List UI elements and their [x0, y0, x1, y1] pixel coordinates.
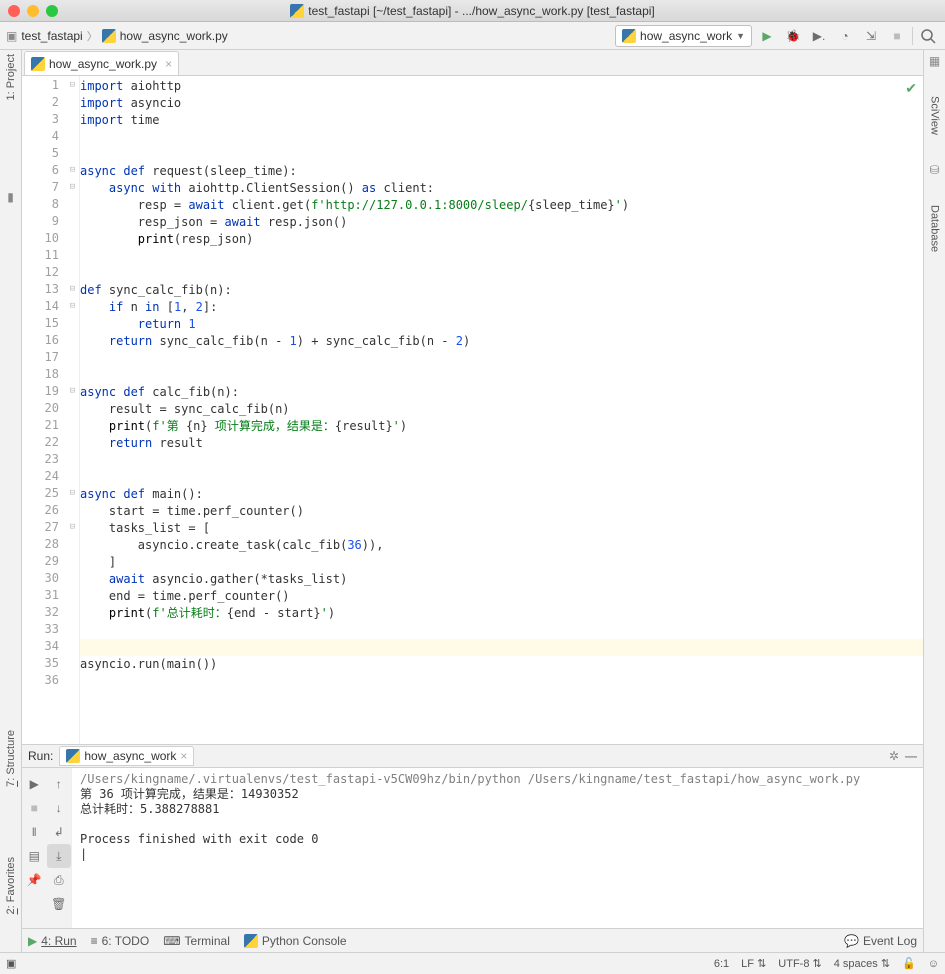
minimize-icon[interactable]: —: [905, 749, 917, 763]
breadcrumb-file[interactable]: how_async_work.py: [120, 29, 228, 43]
project-tool-button[interactable]: 1: Project: [5, 54, 17, 100]
todo-tool-button[interactable]: ≡6: TODO: [91, 934, 150, 948]
lock-icon[interactable]: 🔓: [902, 957, 916, 970]
indent-setting[interactable]: 4 spaces ⇅: [834, 957, 890, 970]
right-tool-strip: ▦ SciView ⛁ Database: [923, 50, 945, 952]
scroll-to-end-button[interactable]: ⤓: [47, 844, 72, 868]
window-close-button[interactable]: [8, 5, 20, 17]
settings-icon[interactable]: ✲: [889, 749, 899, 763]
sciview-tool-button[interactable]: SciView: [929, 96, 941, 135]
rerun-button[interactable]: ▶: [22, 772, 47, 796]
editor-gutter[interactable]: 1⊟23456⊟7⊟8910111213⊟14⊟1516171819⊟20212…: [22, 76, 80, 744]
python-console-tool-button[interactable]: Python Console: [244, 934, 347, 948]
layout-button[interactable]: ▤: [22, 844, 47, 868]
python-icon: [244, 934, 258, 948]
grid-icon[interactable]: ▦: [929, 54, 940, 68]
inspection-ok-icon[interactable]: ✔: [905, 80, 917, 97]
run-tool-button[interactable]: ▶4: Run: [28, 934, 77, 948]
attach-button[interactable]: ⇲: [860, 25, 882, 47]
down-button[interactable]: ↓: [47, 796, 72, 820]
pause-button[interactable]: ‖: [22, 820, 47, 844]
trash-button[interactable]: 🗑: [47, 892, 72, 916]
tool-windows-icon[interactable]: ▣: [6, 957, 16, 970]
close-icon[interactable]: ×: [180, 749, 187, 763]
database-tool-button[interactable]: Database: [929, 205, 941, 252]
print-button[interactable]: ⎙: [47, 868, 72, 892]
debug-button[interactable]: 🐞: [782, 25, 804, 47]
python-icon: [66, 749, 80, 763]
python-icon: [31, 57, 45, 71]
python-icon: [622, 29, 636, 43]
window-titlebar: test_fastapi [~/test_fastapi] - .../how_…: [0, 0, 945, 22]
run-console[interactable]: /Users/kingname/.virtualenvs/test_fastap…: [72, 768, 923, 928]
terminal-tool-button[interactable]: ⌨Terminal: [163, 934, 230, 948]
python-icon: [102, 29, 116, 43]
run-tab-label: how_async_work: [84, 749, 176, 763]
editor-code-area[interactable]: import aiohttpimport asyncioimport timea…: [80, 76, 923, 744]
event-log-button[interactable]: 💬Event Log: [844, 934, 917, 948]
editor-tabs: how_async_work.py ×: [22, 50, 923, 76]
window-title: test_fastapi [~/test_fastapi] - .../how_…: [308, 4, 655, 18]
pin-button[interactable]: 📌: [22, 868, 47, 892]
run-tab[interactable]: how_async_work ×: [59, 746, 194, 766]
stop-run-button[interactable]: ■: [22, 796, 47, 820]
editor-tab-active[interactable]: how_async_work.py ×: [24, 51, 179, 75]
bottom-tool-bar: ▶4: Run ≡6: TODO ⌨Terminal Python Consol…: [22, 928, 923, 952]
run-button[interactable]: ▶: [756, 25, 778, 47]
breadcrumb[interactable]: ▣ test_fastapi 〉 how_async_work.py: [6, 28, 228, 44]
status-bar: ▣ 6:1 LF ⇅ UTF-8 ⇅ 4 spaces ⇅ 🔓 ☺: [0, 952, 945, 974]
soft-wrap-button[interactable]: ↲: [47, 820, 72, 844]
window-maximize-button[interactable]: [46, 5, 58, 17]
python-icon: [290, 4, 304, 18]
up-button[interactable]: ↑: [47, 772, 72, 796]
cursor-position[interactable]: 6:1: [714, 958, 729, 970]
run-toolbar: ▶↑ ■↓ ‖↲ ▤⤓ 📌⎙ 🗑: [22, 768, 72, 928]
close-tab-icon[interactable]: ×: [165, 57, 172, 71]
run-config-label: how_async_work: [640, 29, 732, 43]
navigation-bar: ▣ test_fastapi 〉 how_async_work.py how_a…: [0, 22, 945, 50]
editor-tab-label: how_async_work.py: [49, 57, 157, 71]
search-button[interactable]: [917, 25, 939, 47]
line-separator[interactable]: LF ⇅: [741, 957, 766, 970]
stop-button[interactable]: ■: [886, 25, 908, 47]
chevron-right-icon: 〉: [87, 28, 98, 44]
run-with-coverage-button[interactable]: ▶.: [808, 25, 830, 47]
run-tool-title: Run:: [28, 749, 53, 763]
profile-button[interactable]: ◔: [834, 25, 856, 47]
database-icon[interactable]: ⛁: [929, 163, 939, 177]
hector-icon[interactable]: ☺: [928, 958, 939, 970]
run-tool-header: Run: how_async_work × ✲ —: [22, 744, 923, 768]
structure-tool-button[interactable]: 7: Structure: [5, 730, 17, 787]
window-minimize-button[interactable]: [27, 5, 39, 17]
breadcrumb-project[interactable]: test_fastapi: [21, 29, 82, 43]
file-encoding[interactable]: UTF-8 ⇅: [778, 957, 821, 970]
code-editor[interactable]: ✔ 1⊟23456⊟7⊟8910111213⊟14⊟1516171819⊟202…: [22, 76, 923, 744]
folder-icon: ▣: [6, 29, 17, 43]
favorites-tool-button[interactable]: 2: Favorites: [5, 857, 17, 914]
run-config-dropdown[interactable]: how_async_work ▼: [615, 25, 752, 47]
chevron-down-icon: ▼: [736, 31, 745, 41]
bookmark-icon[interactable]: ▮: [7, 190, 14, 204]
